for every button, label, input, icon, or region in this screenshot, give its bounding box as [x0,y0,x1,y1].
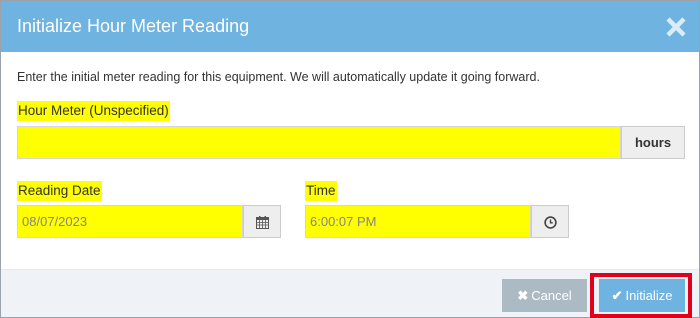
dialog-intro-text: Enter the initial meter reading for this… [17,70,540,84]
clock-button[interactable] [531,205,569,238]
initialize-button-label: Initialize [625,288,673,303]
calendar-button[interactable] [243,205,281,238]
dialog-header: Initialize Hour Meter Reading [1,1,699,52]
dialog-footer: ✖ Cancel ✔ Initialize [1,269,699,318]
reading-date-input[interactable] [17,205,243,238]
calendar-icon [255,214,269,230]
hours-unit-addon: hours [621,126,685,159]
dialog-title: Initialize Hour Meter Reading [17,16,250,36]
clock-icon [543,214,557,229]
close-icon[interactable] [665,16,687,38]
hour-meter-input[interactable] [17,126,621,159]
time-label: Time [305,181,337,201]
check-icon: ✔ [611,288,623,303]
times-icon: ✖ [517,288,529,303]
time-input[interactable] [305,205,531,238]
cancel-button[interactable]: ✖ Cancel [502,279,587,312]
reading-date-label: Reading Date [17,181,102,201]
cancel-button-label: Cancel [531,288,572,303]
initialize-hour-meter-dialog: Initialize Hour Meter Reading Enter the … [0,0,700,318]
hour-meter-label: Hour Meter (Unspecified) [17,101,170,121]
initialize-button[interactable]: ✔ Initialize [599,279,685,312]
